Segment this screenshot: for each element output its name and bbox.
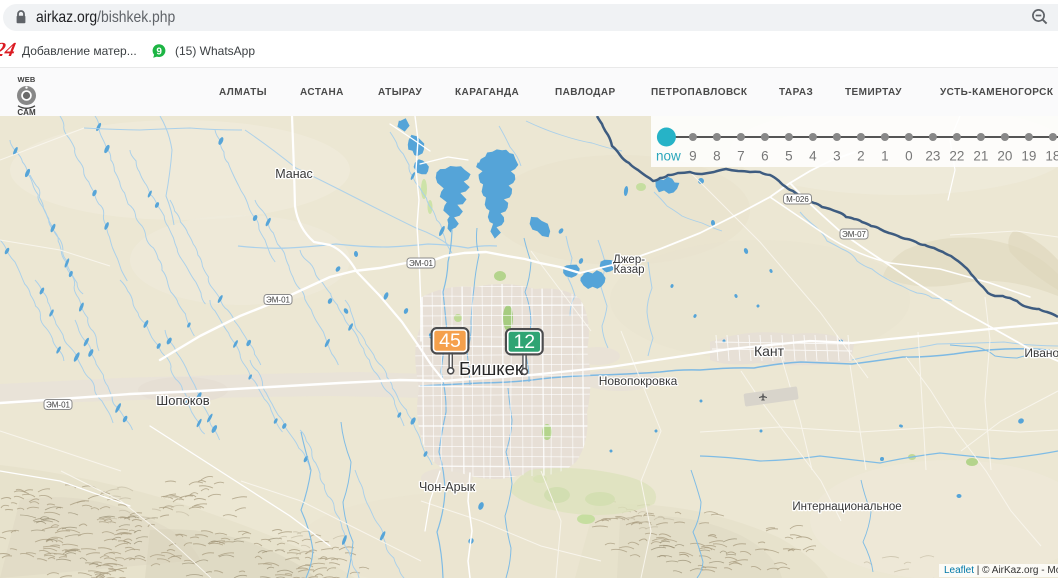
svg-text:Казар: Казар xyxy=(613,264,644,276)
svg-text:Кант: Кант xyxy=(754,343,785,359)
svg-text:12: 12 xyxy=(513,331,535,353)
svg-text:Новопокровка: Новопокровка xyxy=(599,374,678,388)
svg-text:М-026: М-026 xyxy=(786,195,809,204)
svg-text:9: 9 xyxy=(689,149,697,164)
svg-text:Иванов: Иванов xyxy=(1024,346,1058,360)
svg-text:1: 1 xyxy=(881,149,889,164)
svg-text:4: 4 xyxy=(809,149,817,164)
svg-text:22: 22 xyxy=(949,149,964,164)
svg-text:Манас: Манас xyxy=(275,167,313,181)
svg-text:Интернациональное: Интернациональное xyxy=(792,501,901,513)
svg-text:Шопоков: Шопоков xyxy=(156,393,209,408)
svg-text:Чон-Арык: Чон-Арык xyxy=(419,480,476,494)
svg-text:ЭМ-01: ЭМ-01 xyxy=(409,259,434,268)
svg-text:ЭМ-07: ЭМ-07 xyxy=(842,230,867,239)
svg-text:23: 23 xyxy=(925,149,940,164)
svg-text:19: 19 xyxy=(1021,149,1036,164)
svg-text:Бишкек: Бишкек xyxy=(459,358,524,379)
svg-text:21: 21 xyxy=(973,149,988,164)
svg-text:6: 6 xyxy=(761,149,769,164)
svg-text:WEB: WEB xyxy=(17,75,35,84)
svg-text:8: 8 xyxy=(713,149,721,164)
svg-text:5: 5 xyxy=(785,149,793,164)
svg-text:3: 3 xyxy=(833,149,841,164)
svg-text:ЭМ-01: ЭМ-01 xyxy=(266,295,291,304)
svg-text:7: 7 xyxy=(737,149,745,164)
svg-text:now: now xyxy=(656,149,681,164)
svg-text:2: 2 xyxy=(857,149,865,164)
svg-text:9: 9 xyxy=(156,46,162,57)
svg-text:ЭМ-01: ЭМ-01 xyxy=(46,400,71,409)
svg-text:20: 20 xyxy=(997,149,1012,164)
svg-text:18: 18 xyxy=(1045,149,1058,164)
svg-text:0: 0 xyxy=(905,149,913,164)
svg-text:45: 45 xyxy=(439,330,461,352)
